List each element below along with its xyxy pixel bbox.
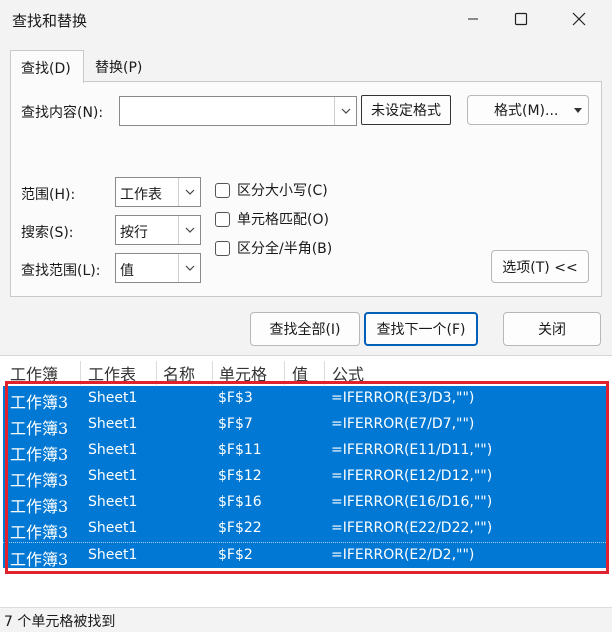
cell-address: $F$22 (218, 520, 262, 536)
scope-select[interactable]: 工作表 (115, 177, 201, 207)
cell-sheet: Sheet1 (88, 547, 138, 563)
cell-sheet: Sheet1 (88, 494, 138, 510)
close-button[interactable]: 关闭 (503, 312, 601, 346)
cell-sheet: Sheet1 (88, 390, 138, 406)
column-divider[interactable] (212, 361, 213, 385)
column-divider[interactable] (324, 361, 325, 385)
tab-replace[interactable]: 替换(P) (85, 50, 157, 83)
table-row[interactable]: 工作簿3 Sheet1 $F$11 =IFERROR(E11/D11,"") (3, 438, 608, 464)
column-header-workbook[interactable]: 工作簿 (10, 361, 58, 385)
chevron-down-icon[interactable] (334, 97, 356, 125)
format-button[interactable]: 格式(M)... (467, 95, 589, 125)
table-row[interactable]: 工作簿3 Sheet1 $F$7 =IFERROR(E7/D7,"") (3, 412, 608, 438)
column-header-cell[interactable]: 单元格 (219, 361, 267, 385)
window-title: 查找和替换 (12, 12, 88, 30)
table-row[interactable]: 工作簿3 Sheet1 $F$16 =IFERROR(E16/D16,"") (3, 490, 608, 516)
format-button-label: 格式(M)... (494, 103, 559, 119)
table-row[interactable]: 工作簿3 Sheet1 $F$12 =IFERROR(E12/D12,"") (3, 464, 608, 490)
triangle-down-icon (574, 108, 582, 113)
match-case-label: 区分大小写(C) (237, 183, 328, 199)
match-byte-checkbox[interactable]: 区分全/半角(B) (215, 238, 332, 258)
tab-find[interactable]: 查找(D) (10, 50, 84, 83)
cell-workbook: 工作簿3 (10, 393, 69, 412)
match-entire-cell-checkbox[interactable]: 单元格匹配(O) (215, 209, 329, 229)
find-next-button[interactable]: 查找下一个(F) (364, 312, 478, 346)
match-entire-cell-label: 单元格匹配(O) (237, 212, 329, 228)
close-icon (572, 12, 586, 26)
checkbox-box[interactable] (215, 240, 230, 256)
results-list[interactable]: 工作簿 工作表 名称 单元格 值 公式 工作簿3 Sheet1 $F$3 =IF… (0, 355, 612, 607)
column-divider[interactable] (284, 361, 285, 385)
table-row[interactable]: 工作簿3 Sheet1 $F$3 =IFERROR(E3/D3,"") (3, 386, 608, 412)
match-case-checkbox[interactable]: 区分大小写(C) (215, 180, 328, 200)
column-divider[interactable] (80, 361, 81, 385)
chevron-down-icon[interactable] (178, 254, 200, 282)
column-header-name[interactable]: 名称 (163, 361, 195, 385)
cell-address: $F$7 (218, 416, 253, 432)
cell-address: $F$16 (218, 494, 262, 510)
cell-workbook: 工作簿3 (10, 550, 69, 569)
cell-address: $F$2 (218, 547, 253, 563)
scope-value: 工作表 (120, 187, 162, 203)
cell-formula: =IFERROR(E22/D22,"") (331, 520, 493, 536)
cell-formula: =IFERROR(E7/D7,"") (331, 416, 475, 432)
cell-formula: =IFERROR(E12/D12,"") (331, 468, 493, 484)
scope-label: 范围(H): (21, 187, 76, 203)
cell-formula: =IFERROR(E2/D2,"") (331, 547, 475, 563)
cell-sheet: Sheet1 (88, 520, 138, 536)
cell-sheet: Sheet1 (88, 442, 138, 458)
cell-workbook: 工作簿3 (10, 523, 69, 542)
find-content-label: 查找内容(N): (21, 105, 104, 121)
checkbox-box[interactable] (215, 211, 230, 227)
cell-workbook: 工作簿3 (10, 497, 69, 516)
no-format-set-button[interactable]: 未设定格式 (361, 95, 451, 125)
status-text: 7 个单元格被找到 (4, 614, 116, 630)
column-divider[interactable] (156, 361, 157, 385)
cell-address: $F$3 (218, 390, 253, 406)
table-row[interactable]: 工作簿3 Sheet1 $F$2 =IFERROR(E2/D2,"") (3, 542, 608, 569)
search-order-value: 按行 (120, 225, 148, 241)
maximize-icon (514, 12, 528, 26)
status-bar: 7 个单元格被找到 (0, 607, 612, 632)
cell-sheet: Sheet1 (88, 468, 138, 484)
checkbox-box[interactable] (215, 182, 230, 198)
chevron-down-icon[interactable] (178, 178, 200, 206)
look-in-label: 查找范围(L): (21, 263, 101, 279)
column-header-sheet[interactable]: 工作表 (88, 361, 136, 385)
look-in-value: 值 (120, 263, 134, 279)
find-all-button[interactable]: 查找全部(I) (250, 312, 360, 346)
column-header-value[interactable]: 值 (292, 361, 308, 385)
cell-formula: =IFERROR(E3/D3,"") (331, 390, 475, 406)
find-panel: 查找内容(N): 未设定格式 格式(M)... 范围(H): 工作表 搜索(S)… (10, 81, 602, 297)
title-bar: 查找和替换 (0, 0, 612, 38)
options-toggle-button[interactable]: 选项(T) << (491, 250, 589, 283)
cell-formula: =IFERROR(E11/D11,"") (331, 442, 493, 458)
column-header-formula[interactable]: 公式 (332, 361, 364, 385)
look-in-select[interactable]: 值 (115, 253, 201, 283)
minimize-icon (468, 18, 478, 20)
results-header: 工作簿 工作表 名称 单元格 值 公式 (0, 356, 612, 385)
search-order-label: 搜索(S): (21, 225, 74, 241)
match-byte-label: 区分全/半角(B) (237, 241, 333, 257)
minimize-button[interactable] (450, 0, 496, 38)
table-row[interactable]: 工作簿3 Sheet1 $F$22 =IFERROR(E22/D22,"") (3, 516, 608, 542)
cell-formula: =IFERROR(E16/D16,"") (331, 494, 493, 510)
cell-address: $F$11 (218, 442, 262, 458)
cell-sheet: Sheet1 (88, 416, 138, 432)
cell-workbook: 工作簿3 (10, 419, 69, 438)
maximize-button[interactable] (498, 0, 544, 38)
chevron-down-icon[interactable] (178, 216, 200, 244)
cell-workbook: 工作簿3 (10, 471, 69, 490)
search-order-select[interactable]: 按行 (115, 215, 201, 245)
cell-address: $F$12 (218, 468, 262, 484)
cell-workbook: 工作簿3 (10, 445, 69, 464)
find-content-combo[interactable] (119, 96, 357, 126)
close-window-button[interactable] (556, 0, 602, 38)
